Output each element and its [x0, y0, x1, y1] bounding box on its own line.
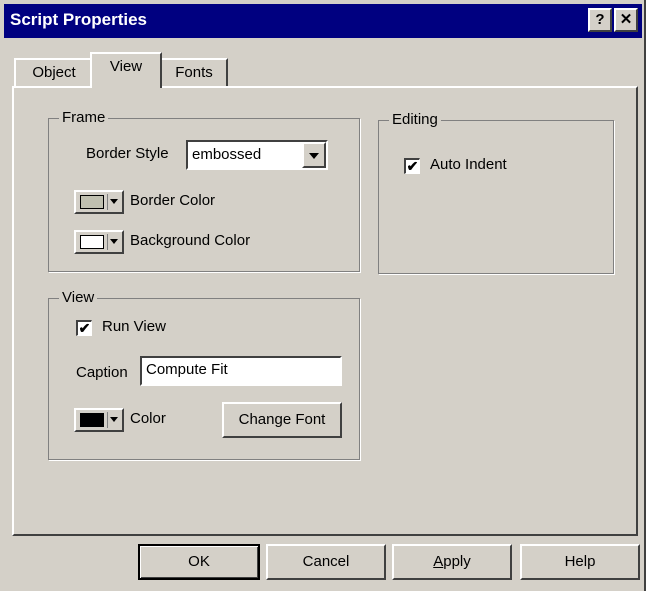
- border-style-value: embossed: [192, 146, 262, 163]
- help-icon[interactable]: ?: [588, 8, 612, 32]
- tab-object-label: Object: [32, 64, 76, 81]
- background-color-label: Background Color: [130, 232, 251, 249]
- tab-fonts-label: Fonts: [175, 64, 213, 81]
- run-view-label: Run View: [102, 318, 166, 335]
- tab-view[interactable]: View: [90, 52, 162, 88]
- view-legend: View: [59, 289, 98, 306]
- divider: [107, 234, 108, 250]
- chevron-down-icon: [110, 199, 118, 204]
- close-icon[interactable]: ✕: [614, 8, 638, 32]
- help-button[interactable]: Help: [520, 544, 640, 580]
- chevron-down-icon: [110, 417, 118, 422]
- cancel-button[interactable]: Cancel: [266, 544, 386, 580]
- editing-legend: Editing: [389, 111, 441, 128]
- divider: [107, 412, 108, 428]
- editing-group: Editing: [378, 111, 614, 274]
- background-color-button[interactable]: [74, 230, 124, 254]
- chevron-down-icon: [110, 239, 118, 244]
- border-color-button[interactable]: [74, 190, 124, 214]
- auto-indent-label: Auto Indent: [430, 156, 507, 173]
- chevron-down-icon[interactable]: [302, 142, 326, 168]
- border-style-select[interactable]: embossed: [186, 140, 328, 170]
- run-view-checkbox[interactable]: ✔: [76, 320, 92, 336]
- border-color-label: Border Color: [130, 192, 216, 209]
- change-font-button[interactable]: Change Font: [222, 402, 342, 438]
- view-color-button[interactable]: [74, 408, 124, 432]
- border-style-label: Border Style: [86, 145, 169, 162]
- frame-legend: Frame: [59, 109, 109, 126]
- tab-fonts[interactable]: Fonts: [160, 58, 228, 88]
- apply-label-rest: pply: [443, 553, 471, 570]
- title-bar[interactable]: Script Properties ? ✕: [4, 4, 642, 38]
- auto-indent-checkbox[interactable]: ✔: [404, 158, 420, 174]
- apply-accelerator: A: [433, 553, 444, 570]
- dialog-window: Script Properties ? ✕ Object View Fonts …: [0, 0, 646, 591]
- window-title: Script Properties: [10, 10, 147, 29]
- tab-object[interactable]: Object: [14, 58, 94, 88]
- caption-input[interactable]: Compute Fit: [140, 356, 342, 386]
- ok-button[interactable]: OK: [138, 544, 260, 580]
- border-color-swatch: [80, 195, 104, 209]
- divider: [107, 194, 108, 210]
- caption-label: Caption: [76, 364, 128, 381]
- tab-view-label: View: [109, 58, 143, 75]
- view-color-swatch: [80, 413, 104, 427]
- apply-button[interactable]: Apply: [392, 544, 512, 580]
- background-color-swatch: [80, 235, 104, 249]
- view-color-label: Color: [130, 410, 166, 427]
